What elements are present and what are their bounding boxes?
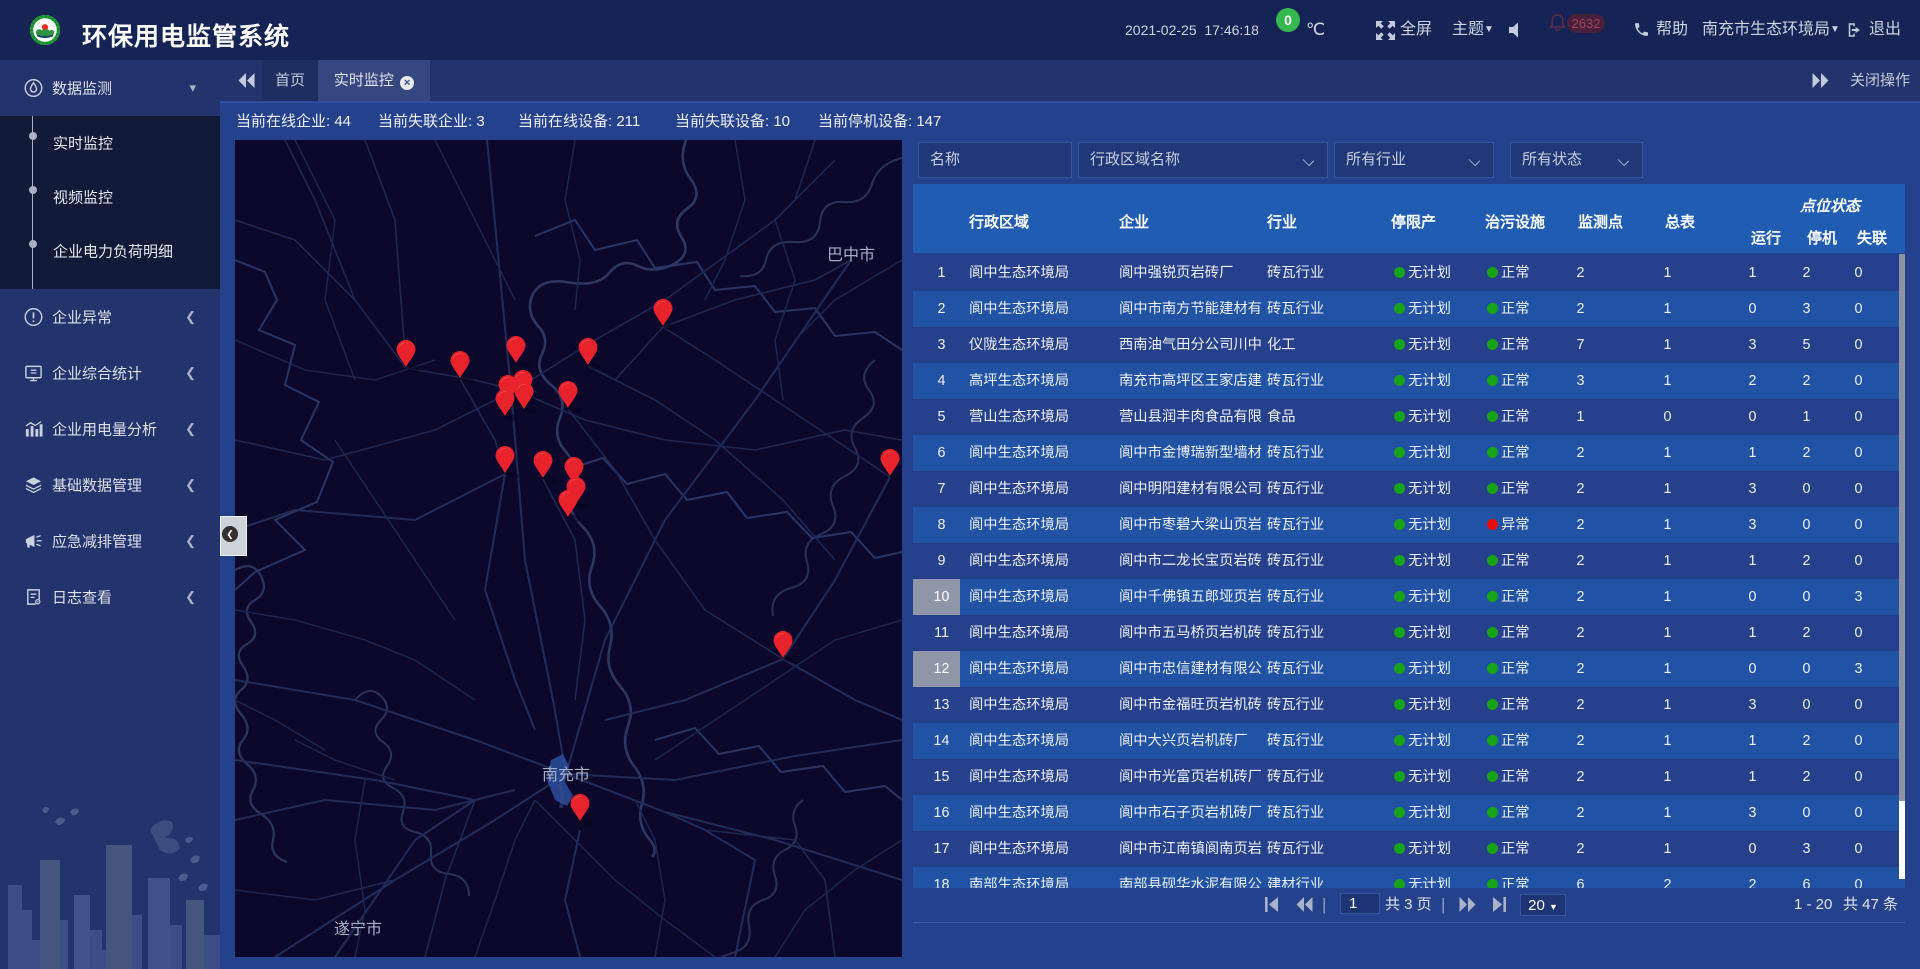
svg-text:遂宁市: 遂宁市 <box>334 920 382 938</box>
svg-text:巴中市: 巴中市 <box>827 246 875 264</box>
svg-text:南充市: 南充市 <box>542 766 590 784</box>
